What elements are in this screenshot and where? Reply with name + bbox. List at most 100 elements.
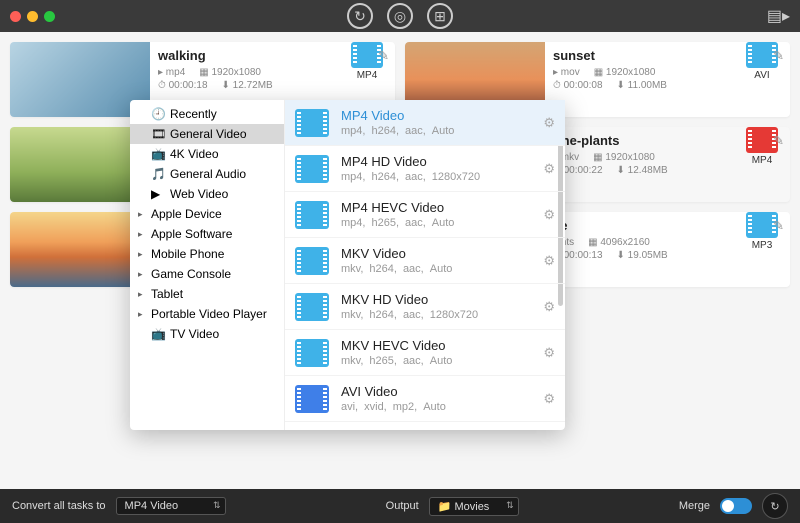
format-thumb-icon <box>295 339 329 367</box>
format-picker-panel: 🕘 Recently 🎞General Video 📺 4K Video 🎵General… <box>130 100 565 430</box>
output-folder-select[interactable]: 📁 Movies <box>429 497 519 516</box>
category-label: Portable Video Player <box>151 307 267 321</box>
edit-icon[interactable]: ✎ <box>773 133 784 149</box>
maximize-window-button[interactable] <box>44 11 55 22</box>
close-window-button[interactable] <box>10 11 21 22</box>
category-item[interactable]: 🎵General Audio <box>130 164 284 184</box>
footer-bar: Convert all tasks to MP4 Video Output 📁 … <box>0 489 800 523</box>
format-codec: mp4,h265,aac,Auto <box>341 217 460 229</box>
category-label: Apple Device <box>151 207 222 221</box>
edit-icon[interactable]: ✎ <box>378 48 389 64</box>
start-button[interactable]: ↻ <box>762 493 788 519</box>
category-item[interactable]: 🕘 Recently <box>130 104 284 124</box>
format-thumb-icon <box>295 293 329 321</box>
expand-arrow-icon: ▸ <box>138 209 146 220</box>
duration-label: ⏱ 00:00:08 <box>553 80 603 91</box>
container-label: ▸ mov <box>553 67 580 78</box>
category-list: 🕘 Recently 🎞General Video 📺 4K Video 🎵General… <box>130 100 285 430</box>
4k-icon: 📺 <box>151 147 165 161</box>
format-codec: mkv,h264,aac,Auto <box>341 263 458 275</box>
convert-all-label: Convert all tasks to <box>12 500 106 512</box>
format-name: MP4 Video <box>341 108 460 123</box>
video-title: ce <box>553 218 732 233</box>
clock-icon: 🕘 <box>151 107 165 121</box>
category-label: TV Video <box>170 327 219 341</box>
category-item[interactable]: ▸Tablet <box>130 284 284 304</box>
format-thumb-icon <box>295 247 329 275</box>
format-thumb-icon <box>295 201 329 229</box>
size-label: ⬇ 12.48MB <box>617 165 668 176</box>
titlebar: ↻ ◎ ⊞ ▤▸ <box>0 0 800 32</box>
expand-arrow-icon: ▸ <box>138 269 146 280</box>
category-label: 4K Video <box>170 147 219 161</box>
format-item[interactable]: MP4 Video mp4,h264,aac,Auto ⚙ <box>285 100 565 146</box>
category-item[interactable]: 🎞General Video <box>130 124 284 144</box>
format-codec: mp4,h264,aac,Auto <box>341 125 460 137</box>
size-label: ⬇ 11.00MB <box>617 80 667 91</box>
format-name: MKV HD Video <box>341 292 484 307</box>
film-icon[interactable]: ⊞ <box>427 3 453 29</box>
expand-arrow-icon: ▸ <box>138 249 146 260</box>
edit-icon[interactable]: ✎ <box>773 48 784 64</box>
minimize-window-button[interactable] <box>27 11 38 22</box>
category-label: Recently <box>170 107 217 121</box>
edit-icon[interactable]: ✎ <box>773 218 784 234</box>
gear-icon[interactable]: ⚙ <box>543 345 555 361</box>
category-label: Mobile Phone <box>151 247 224 261</box>
category-label: General Video <box>170 127 247 141</box>
category-item[interactable]: ▸ Apple Device <box>130 204 284 224</box>
format-item[interactable]: MP4 HD Video mp4,h264,aac,1280x720 ⚙ <box>285 146 565 192</box>
output-label: Output <box>386 500 419 512</box>
format-item[interactable]: MKV Video mkv,h264,aac,Auto ⚙ <box>285 238 565 284</box>
format-info: MP4 Video mp4,h264,aac,Auto <box>341 108 460 137</box>
container-label: ▸ mp4 <box>158 67 185 78</box>
format-item[interactable]: MKV HEVC Videomkv,h265,aac,Auto ⚙ <box>285 330 565 376</box>
format-item[interactable]: MP4 HEVC Video mp4,h265,aac,Auto ⚙ <box>285 192 565 238</box>
format-codec: mp4,h264,aac,1280x720 <box>341 171 486 183</box>
category-item[interactable]: 📺 4K Video <box>130 144 284 164</box>
category-item[interactable]: ▶ Web Video <box>130 184 284 204</box>
playlist-icon[interactable]: ▤▸ <box>767 6 790 26</box>
size-label: ⬇ 12.72MB <box>222 80 273 91</box>
size-label: ⬇ 19.05MB <box>617 250 668 261</box>
format-name: AVI Video <box>341 384 452 399</box>
gear-icon[interactable]: ⚙ <box>543 161 555 177</box>
format-info: MKV HEVC Videomkv,h265,aac,Auto <box>341 338 458 367</box>
resolution-label: ▦ 1920x1080 <box>594 67 656 78</box>
format-codec: avi,xvid,mp2,Auto <box>341 401 452 413</box>
format-info: MKV Video mkv,h264,aac,Auto <box>341 246 458 275</box>
convert-format-select[interactable]: MP4 Video <box>116 497 226 515</box>
category-item[interactable]: ▸Portable Video Player <box>130 304 284 324</box>
category-label: Tablet <box>151 287 183 301</box>
web-icon: ▶ <box>151 187 165 201</box>
gear-icon[interactable]: ⚙ <box>543 115 555 131</box>
format-name: MKV HEVC Video <box>341 338 458 353</box>
card-body: ce▸ nts▦ 4096x2160⏱ 00:00:13⬇ 19.05MB <box>545 212 740 287</box>
merge-toggle[interactable] <box>720 498 752 514</box>
category-item[interactable]: ▸Game Console <box>130 264 284 284</box>
gear-icon[interactable]: ⚙ <box>543 207 555 223</box>
refresh-icon[interactable]: ↻ <box>347 3 373 29</box>
category-item[interactable]: ▸Apple Software <box>130 224 284 244</box>
gear-icon[interactable]: ⚙ <box>543 253 555 269</box>
format-name: MP4 HEVC Video <box>341 200 460 215</box>
disc-icon[interactable]: ◎ <box>387 3 413 29</box>
format-name: MP4 HD Video <box>341 154 486 169</box>
expand-arrow-icon: ▸ <box>138 229 146 240</box>
category-item[interactable]: 📺TV Video <box>130 324 284 344</box>
video-thumbnail <box>10 127 150 202</box>
category-label: Web Video <box>170 187 228 201</box>
format-item[interactable]: MKV HD Videomkv,h264,aac,1280x720 ⚙ <box>285 284 565 330</box>
gear-icon[interactable]: ⚙ <box>543 391 555 407</box>
video-title: walking <box>158 48 337 63</box>
window-controls <box>10 11 55 22</box>
format-item[interactable]: AVI Video avi,xvid,mp2,Auto ⚙ <box>285 376 565 422</box>
format-info: MKV HD Videomkv,h264,aac,1280x720 <box>341 292 484 321</box>
format-name: MKV Video <box>341 246 458 261</box>
category-item[interactable]: ▸ Mobile Phone <box>130 244 284 264</box>
format-thumb-icon <box>295 155 329 183</box>
card-body: sunset▸ mov▦ 1920x1080⏱ 00:00:08⬇ 11.00M… <box>545 42 740 117</box>
top-icon-bar: ↻ ◎ ⊞ <box>347 3 453 29</box>
category-label: General Audio <box>170 167 246 181</box>
gear-icon[interactable]: ⚙ <box>543 299 555 315</box>
